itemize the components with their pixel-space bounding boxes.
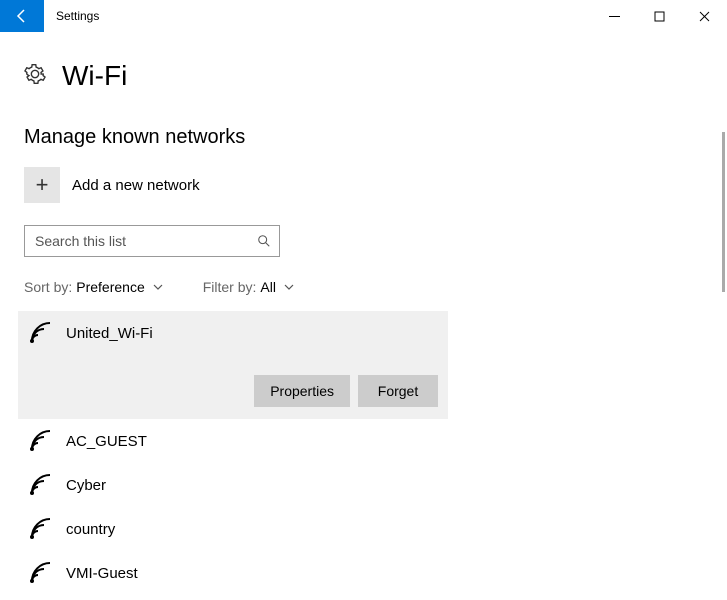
sort-value: Preference [76,279,144,295]
add-network-button[interactable]: + Add a new network [24,167,703,203]
network-item[interactable]: country [18,507,703,551]
search-icon [257,234,271,248]
subheading: Manage known networks [24,126,703,149]
forget-button[interactable]: Forget [358,375,438,407]
network-row: United_Wi-Fi [28,321,438,345]
network-item[interactable]: Cyber [18,463,703,507]
minimize-icon [609,11,620,22]
plus-icon: + [24,167,60,203]
filter-value: All [260,279,276,295]
page-title: Wi-Fi [62,60,127,92]
search-box[interactable] [24,225,280,257]
network-row: AC_GUEST [28,429,693,453]
network-name: country [66,521,115,538]
back-button[interactable] [0,0,44,32]
filter-by-dropdown[interactable]: Filter by: All [203,279,294,295]
search-input[interactable] [33,232,257,250]
close-button[interactable] [682,0,727,32]
chevron-down-icon [153,282,163,292]
page-header: Wi-Fi [24,60,703,92]
arrow-left-icon [14,8,30,24]
window-controls [592,0,727,32]
wifi-icon [28,321,52,345]
network-name: VMI-Guest [66,565,138,582]
network-item[interactable]: United_Wi-Fi PropertiesForget [18,311,448,419]
scrollbar[interactable] [722,132,725,292]
wifi-icon [28,561,52,585]
wifi-icon [28,473,52,497]
network-name: AC_GUEST [66,433,147,450]
window-title: Settings [44,0,111,32]
network-actions: PropertiesForget [28,375,438,407]
network-name: United_Wi-Fi [66,325,153,342]
wifi-icon [28,429,52,453]
minimize-button[interactable] [592,0,637,32]
titlebar: Settings [0,0,727,32]
sort-label: Sort by: [24,279,72,295]
filter-bar: Sort by: Preference Filter by: All [24,279,703,295]
maximize-button[interactable] [637,0,682,32]
wifi-icon [28,517,52,541]
network-item[interactable]: VMI-Guest [18,551,703,592]
gear-icon [24,63,46,90]
sort-by-dropdown[interactable]: Sort by: Preference [24,279,163,295]
network-row: country [28,517,693,541]
maximize-icon [654,11,665,22]
close-icon [699,11,710,22]
network-row: Cyber [28,473,693,497]
add-network-label: Add a new network [72,177,200,194]
network-item[interactable]: AC_GUEST [18,419,703,463]
filter-label: Filter by: [203,279,257,295]
properties-button[interactable]: Properties [254,375,350,407]
network-row: VMI-Guest [28,561,693,585]
content-area: Wi-Fi Manage known networks + Add a new … [0,32,727,592]
network-name: Cyber [66,477,106,494]
network-list: United_Wi-Fi PropertiesForget AC_GUEST Cybe… [18,311,703,592]
chevron-down-icon [284,282,294,292]
